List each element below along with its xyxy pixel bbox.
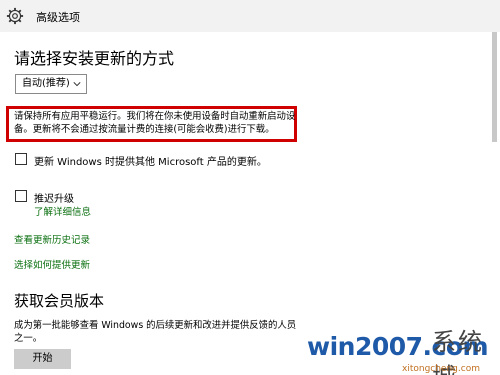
- window-title: 高级选项: [36, 11, 80, 24]
- scrollbar[interactable]: [492, 32, 497, 142]
- watermark-url: xitongcheng.com: [402, 364, 480, 374]
- other-products-label: 更新 Windows 时提供其他 Microsoft 产品的更新。: [34, 157, 267, 168]
- insider-heading: 获取会员版本: [14, 292, 105, 310]
- insider-description: 成为第一批能够查看 Windows 的后续更新和改进并提供反馈的人员之一。: [14, 320, 297, 344]
- gear-icon: [6, 7, 24, 25]
- install-mode-description: 请保持所有应用平稳运行。我们将在你未使用设备时自动重新启动设备。更新将不会通过按…: [14, 111, 296, 135]
- start-button[interactable]: 开始: [14, 349, 71, 369]
- update-history-link[interactable]: 查看更新历史记录: [14, 232, 90, 246]
- other-products-checkbox[interactable]: [15, 153, 27, 165]
- title-bar: 高级选项: [0, 0, 500, 32]
- learn-more-link[interactable]: 了解详细信息: [34, 204, 91, 218]
- page-title: 请选择安装更新的方式: [14, 49, 175, 68]
- defer-upgrade-label: 推迟升级: [34, 194, 74, 205]
- install-mode-value: 自动(推荐): [22, 78, 70, 89]
- delivery-options-link[interactable]: 选择如何提供更新: [14, 257, 90, 271]
- chevron-down-icon: [73, 82, 81, 87]
- defer-upgrade-checkbox[interactable]: [15, 190, 27, 202]
- install-mode-dropdown[interactable]: 自动(推荐): [15, 74, 87, 94]
